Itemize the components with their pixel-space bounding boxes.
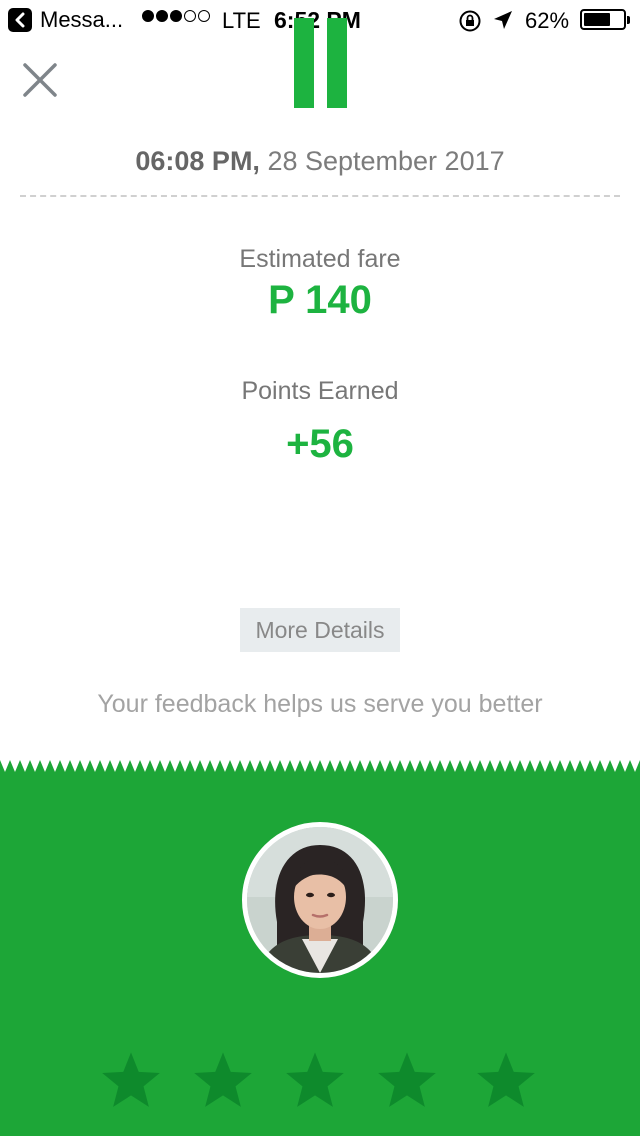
close-button[interactable]: [20, 60, 60, 100]
estimated-fare-label: Estimated fare: [239, 245, 401, 273]
star-3-icon[interactable]: [283, 1050, 347, 1112]
rating-panel: [0, 760, 640, 1136]
trip-datetime: 06:08 PM, 28 September 2017: [0, 146, 640, 177]
zigzag-edge: [0, 760, 640, 772]
trip-date: 28 September 2017: [259, 146, 505, 176]
feedback-prompt: Your feedback helps us serve you better: [97, 690, 543, 718]
star-4-icon[interactable]: [375, 1050, 439, 1112]
pause-icon: [294, 18, 348, 108]
points-earned-label: Points Earned: [241, 377, 399, 405]
trip-time: 06:08 PM,: [135, 146, 260, 176]
star-1-icon[interactable]: [99, 1050, 163, 1112]
estimated-fare-value: P 140: [268, 278, 372, 322]
battery-percentage: 62%: [525, 8, 570, 33]
back-chevron-icon: [8, 8, 32, 32]
star-5-icon[interactable]: [474, 1050, 538, 1112]
signal-strength-icon: [142, 10, 212, 22]
star-rating: [0, 1050, 640, 1114]
more-details-button[interactable]: More Details: [240, 608, 400, 652]
close-icon: [23, 63, 57, 97]
driver-avatar: [242, 822, 398, 978]
battery-icon: [580, 9, 630, 30]
back-app-label: Messa...: [40, 7, 124, 32]
back-to-app-button[interactable]: Messa...: [8, 7, 123, 33]
dashed-divider: [20, 195, 620, 197]
carrier-label: LTE: [222, 8, 261, 33]
star-2-icon[interactable]: [191, 1050, 255, 1112]
points-earned-value: +56: [286, 422, 354, 466]
location-arrow-icon: [492, 9, 514, 37]
rotation-lock-icon: [458, 9, 482, 39]
